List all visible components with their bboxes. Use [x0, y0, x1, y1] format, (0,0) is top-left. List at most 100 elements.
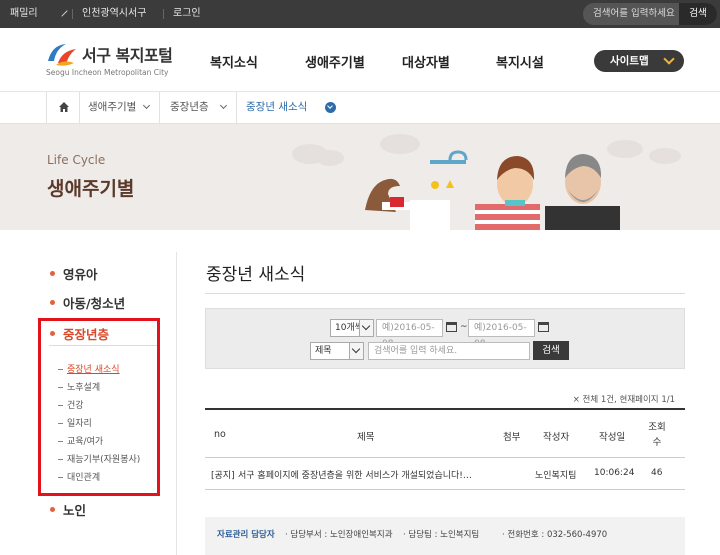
family-link[interactable]: 패밀리	[10, 0, 38, 28]
sub-item-retirement[interactable]: 노후설계	[58, 380, 100, 393]
row-views: 46	[651, 468, 663, 478]
life-cycle-illustration	[292, 134, 681, 230]
row-no: [공지]	[211, 471, 235, 481]
col-views: 조회 수	[648, 422, 666, 448]
incheon-seogu-link[interactable]: 인천광역시서구	[82, 0, 146, 28]
top-search: 검색어를 입력하세요 검색	[583, 3, 717, 25]
divider	[49, 345, 157, 346]
breadcrumb: 생애주기별 중장년층 중장년 새소식	[0, 92, 720, 124]
nav-welfare-facilities[interactable]: 복지시설	[496, 52, 544, 71]
top-utility-bar: 패밀리 인천광역시서구 로그인 검색어를 입력하세요 검색	[0, 0, 720, 28]
search-field-select[interactable]: 제목	[310, 342, 364, 360]
keyword-input[interactable]: 검색어를 입력 하세요.	[368, 342, 530, 360]
sub-item-label: 중장년 새소식	[67, 365, 120, 375]
divider	[163, 9, 164, 19]
row-author: 노인복지팀	[535, 471, 577, 481]
chevron-down-icon	[359, 320, 373, 336]
sub-item-news[interactable]: 중장년 새소식	[58, 362, 120, 375]
manager-dept: · 담당부서 : 노인장애인복지과	[285, 530, 393, 540]
lnb-label: 영유아	[63, 267, 98, 282]
col-no: no	[214, 429, 226, 440]
col-attach: 첨부	[503, 432, 521, 443]
sub-item-volunteer[interactable]: 재능기부(자원봉사)	[58, 452, 140, 465]
lnb-item-senior[interactable]: 노인	[50, 500, 86, 519]
sub-item-health[interactable]: 건강	[58, 398, 84, 411]
sub-item-education[interactable]: 교육/여가	[58, 434, 103, 447]
sitemap-button[interactable]: 사이트맵	[594, 50, 684, 72]
chevron-down-icon	[142, 101, 151, 110]
chevron-down-icon	[663, 53, 675, 65]
site-header: 서구 복지포털 Seogu Incheon Metropolitan City …	[0, 28, 720, 92]
chevron-down-icon	[349, 343, 363, 359]
seogu-logo-icon[interactable]	[46, 41, 78, 67]
home-icon	[59, 102, 69, 112]
divider	[205, 293, 685, 294]
sub-item-label: 노후설계	[67, 383, 101, 393]
date-separator: ~	[460, 322, 468, 332]
lnb-item-youth[interactable]: 아동/청소년	[50, 293, 125, 312]
breadcrumb-current[interactable]: 중장년 새소식	[237, 92, 336, 123]
date-to-input[interactable]: 예)2016-05-08	[468, 319, 535, 349]
hero-banner: Life Cycle 생애주기별	[0, 124, 720, 230]
logo-subtitle: Seogu Incheon Metropolitan City	[46, 68, 169, 77]
row-title-link[interactable]: 서구 홈페이지에 중장년층을 위한 서비스가 개설되었습니다!…	[238, 468, 494, 481]
divider	[205, 457, 685, 458]
dash-icon	[58, 387, 63, 388]
hero-label: Life Cycle	[47, 153, 106, 167]
logo-title[interactable]: 서구 복지포털	[82, 42, 173, 66]
row-date: 10:06:24	[594, 468, 635, 478]
lnb-label: 아동/청소년	[63, 296, 126, 311]
calendar-icon[interactable]	[538, 322, 549, 332]
sub-item-label: 재능기부(자원봉사)	[67, 455, 141, 465]
table-top-rule	[205, 408, 685, 410]
page-title: 중장년 새소식	[206, 265, 306, 285]
bullet-dot	[50, 271, 55, 276]
divider	[205, 489, 685, 490]
top-search-button[interactable]: 검색	[679, 3, 717, 25]
lnb-label: 중장년층	[63, 327, 110, 342]
breadcrumb-label: 중장년 새소식	[246, 101, 308, 113]
home-button[interactable]	[46, 92, 80, 123]
chevron-down-icon	[325, 102, 336, 113]
manager-team: · 담당팀 : 노인복지팀	[403, 530, 480, 540]
breadcrumb-life-cycle[interactable]: 생애주기별	[80, 92, 160, 123]
sub-item-jobs[interactable]: 일자리	[58, 416, 92, 429]
lnb-item-infant[interactable]: 영유아	[50, 264, 98, 283]
col-author: 작성자	[543, 432, 570, 443]
nav-welfare-news[interactable]: 복지소식	[210, 52, 258, 71]
dash-icon	[58, 369, 63, 370]
breadcrumb-middle-age[interactable]: 중장년층	[160, 92, 237, 123]
breadcrumb-label: 생애주기별	[88, 101, 137, 113]
search-button[interactable]: 검색	[533, 341, 569, 360]
nav-life-cycle[interactable]: 생애주기별	[305, 52, 365, 71]
sub-item-relations[interactable]: 대인관계	[58, 470, 100, 483]
dash-icon	[58, 423, 63, 424]
sub-item-label: 교육/여가	[67, 437, 104, 447]
manager-phone: · 전화번호 : 032-560-4970	[502, 530, 608, 540]
manager-label: 자료관리 담당자	[217, 530, 275, 540]
column-divider	[176, 252, 177, 555]
dash-icon	[58, 459, 63, 460]
lnb-item-middle-age[interactable]: 중장년층	[50, 324, 109, 343]
col-date: 작성일	[599, 432, 626, 443]
chevron-down-icon	[219, 101, 228, 110]
total-count: × 전체 1건, 현재페이지 1/1	[572, 395, 675, 405]
dash-icon	[58, 477, 63, 478]
select-value: 제목	[315, 346, 332, 356]
sub-item-label: 대인관계	[67, 473, 101, 483]
date-from-input[interactable]: 예)2016-05-08	[376, 319, 443, 349]
bullet-dot	[50, 331, 55, 336]
bullet-dot	[50, 300, 55, 305]
bullet-dot	[50, 507, 55, 512]
calendar-icon[interactable]	[446, 322, 457, 332]
col-title: 제목	[357, 432, 375, 443]
top-search-input[interactable]: 검색어를 입력하세요	[593, 3, 675, 25]
login-link[interactable]: 로그인	[173, 0, 201, 28]
pencil-icon	[56, 5, 68, 17]
nav-by-target[interactable]: 대상자별	[402, 52, 450, 71]
sub-item-label: 일자리	[67, 419, 92, 429]
breadcrumb-label: 중장년층	[170, 101, 209, 113]
per-page-select[interactable]: 10개씩	[330, 319, 374, 337]
placeholder: 검색어를 입력 하세요.	[374, 346, 458, 356]
divider	[72, 9, 73, 19]
